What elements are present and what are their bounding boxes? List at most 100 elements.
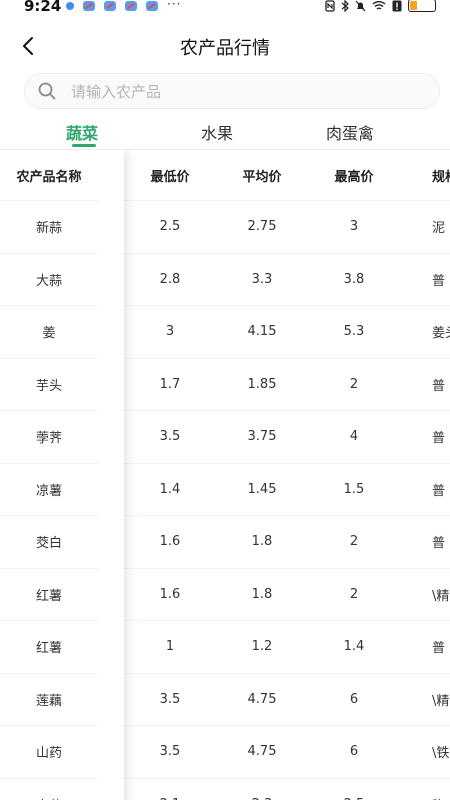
table-row[interactable]: 2.12.32.5脆: [124, 779, 450, 800]
spec-header: 规格: [432, 169, 450, 185]
max-price-cell: 6: [349, 691, 359, 707]
spec-cell: 普: [432, 273, 446, 289]
app-notification-icon: [104, 1, 116, 11]
avg-price-cell: 4.75: [247, 691, 277, 707]
table-row[interactable]: 3.5 4.75 6 \精: [124, 674, 450, 726]
max-price-cell: 1.5: [343, 481, 365, 497]
max-price-cell: 2: [349, 586, 359, 602]
table-row[interactable]: 1.6 1.8 2 \精: [124, 569, 450, 621]
avg-price-cell: 1.45: [247, 481, 277, 497]
min-price-cell: 1.4: [159, 481, 181, 497]
product-name-cell[interactable]: 红薯: [0, 569, 98, 621]
product-name-cell[interactable]: 山药: [0, 779, 98, 800]
active-tab-indicator: [72, 144, 96, 147]
nfc-icon: [325, 0, 335, 12]
avg-price-cell: 3.75: [247, 429, 277, 445]
system-icons: [325, 0, 436, 12]
app-notification-icon: [83, 1, 95, 11]
min-price-cell: 3: [165, 324, 175, 340]
search-bar[interactable]: [24, 73, 440, 109]
status-time: 9:24: [24, 0, 62, 15]
product-name-cell[interactable]: 凉薯: [0, 464, 98, 516]
avg-price-cell: 1.2: [251, 639, 273, 655]
product-name-cell[interactable]: 大蒜: [0, 254, 98, 306]
name-column-header: 农产品名称: [0, 150, 98, 201]
blue-dot-icon: [66, 2, 74, 10]
product-name-cell[interactable]: 山药: [0, 726, 98, 779]
max-price-cell: 3: [349, 219, 359, 235]
price-columns[interactable]: 最低价 平均价 最高价 规格 2.5 2.75 3 泥 2.8 3.3 3.8 普 3 4.15 5…: [124, 150, 450, 800]
table-row[interactable]: 3.5 4.75 6 \铁: [124, 726, 450, 779]
search-icon: [38, 82, 56, 100]
spec-cell: 普: [432, 431, 446, 447]
bluetooth-icon: [341, 0, 349, 12]
max-price-cell: 1.4: [343, 639, 365, 655]
product-name-cell[interactable]: 姜: [0, 306, 98, 359]
avg-price-cell: 1.85: [247, 376, 277, 392]
min-price-cell: 1.6: [159, 586, 181, 602]
spec-cell: 泥: [432, 221, 446, 237]
table-row[interactable]: 1.4 1.45 1.5 普: [124, 464, 450, 516]
spec-cell: 普: [432, 378, 446, 394]
min-price-cell: 1.6: [159, 534, 181, 550]
max-price-cell: 5.3: [343, 324, 365, 340]
min-price-cell: 2.5: [159, 219, 181, 235]
max-price-cell: 2: [349, 376, 359, 392]
table-row[interactable]: 3 4.15 5.3 姜头: [124, 306, 450, 359]
alert-icon: [392, 0, 402, 11]
notification-icons: ···: [66, 0, 181, 12]
table-row[interactable]: 3.5 3.75 4 普: [124, 411, 450, 464]
product-name-cell[interactable]: 芋头: [0, 359, 98, 411]
table-row[interactable]: 2.8 3.3 3.8 普: [124, 254, 450, 306]
tab-fruits[interactable]: 水果: [201, 120, 233, 144]
max-price-cell: 3.8: [343, 271, 365, 287]
min-price-cell: 3.5: [159, 744, 181, 760]
category-tabs: 蔬菜 水果 肉蛋禽: [0, 116, 450, 150]
product-name-cell[interactable]: 新蒜: [0, 201, 98, 254]
status-bar: 9:24 ···: [0, 0, 450, 15]
spec-cell: 脆: [400, 795, 450, 800]
avg-price-cell: 2.75: [247, 219, 277, 235]
spec-cell: 普: [432, 483, 446, 499]
min-price-cell: 1: [165, 639, 175, 655]
more-notifications-icon: ···: [167, 0, 182, 11]
app-notification-icon: [125, 1, 137, 11]
avg-price-cell: 1.8: [251, 534, 273, 550]
spec-cell: \铁: [432, 746, 450, 762]
page-title: 农产品行情: [180, 38, 270, 59]
battery-icon: [408, 0, 436, 12]
product-name-cell[interactable]: 荸荠: [0, 411, 98, 464]
min-price-cell: 3.5: [159, 691, 181, 707]
avg-price-cell: 4.15: [247, 324, 277, 340]
avg-price-header: 平均价: [242, 169, 282, 185]
spec-cell: 姜头: [432, 326, 450, 342]
spec-cell: \精: [432, 693, 450, 709]
product-name-column: 农产品名称 新蒜大蒜姜芋头荸荠凉薯茭白红薯红薯莲藕山药山药: [0, 150, 124, 800]
avg-price-cell: 1.8: [251, 586, 273, 602]
min-price-cell: 3.5: [159, 429, 181, 445]
product-name-cell[interactable]: 红薯: [0, 621, 98, 674]
min-price-cell: 1.7: [159, 376, 181, 392]
table-row[interactable]: 1 1.2 1.4 普: [124, 621, 450, 674]
spec-cell: 普: [432, 641, 446, 657]
wifi-icon: [372, 1, 386, 10]
product-name-cell[interactable]: 莲藕: [0, 674, 98, 726]
nav-bar: 农产品行情: [0, 26, 450, 66]
table-header-row: 最低价 平均价 最高价 规格: [124, 150, 450, 201]
tab-meat-eggs-poultry[interactable]: 肉蛋禽: [326, 120, 374, 144]
max-price-header: 最高价: [334, 169, 374, 185]
min-price-cell: 2.8: [159, 271, 181, 287]
spec-cell: 普: [432, 536, 446, 552]
tab-vegetables[interactable]: 蔬菜: [66, 120, 98, 144]
min-price-header: 最低价: [150, 169, 190, 185]
table-row[interactable]: 1.6 1.8 2 普: [124, 516, 450, 569]
app-notification-icon: [146, 1, 158, 11]
max-price-cell: 2: [349, 534, 359, 550]
max-price-cell: 4: [349, 429, 359, 445]
price-table[interactable]: 农产品名称 新蒜大蒜姜芋头荸荠凉薯茭白红薯红薯莲藕山药山药 最低价 平均价 最高…: [0, 150, 450, 800]
search-input[interactable]: [69, 80, 413, 104]
table-row[interactable]: 1.7 1.85 2 普: [124, 359, 450, 411]
mute-icon: [355, 0, 366, 11]
product-name-cell[interactable]: 茭白: [0, 516, 98, 569]
table-row[interactable]: 2.5 2.75 3 泥: [124, 201, 450, 254]
